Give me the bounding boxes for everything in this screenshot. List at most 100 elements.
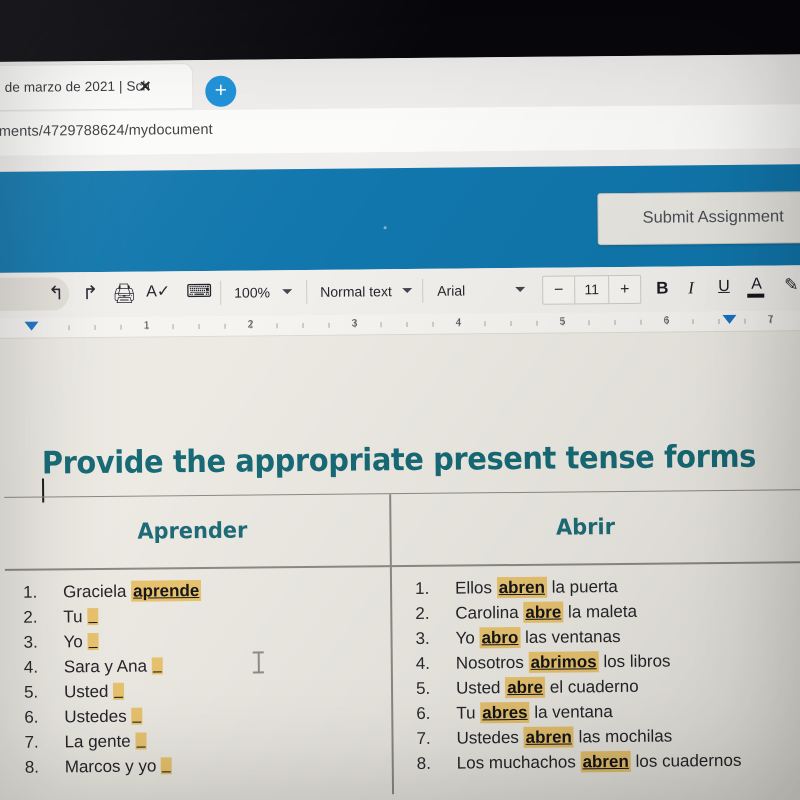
blank-answer-field[interactable] [135, 732, 147, 750]
list-item-text: Marcos y yo [65, 753, 173, 779]
ruler-number: 7 [767, 313, 774, 326]
text-color-swatch [747, 293, 765, 298]
page-title: Provide the appropriate present tense fo… [41, 438, 757, 482]
list-item: 2. Tu [15, 601, 385, 630]
list-item-number: 2. [415, 603, 430, 623]
lms-assignment-banner: Submit Assignment [0, 164, 800, 273]
highlighted-answer: abres [480, 701, 530, 724]
underline-button[interactable]: U [718, 278, 730, 296]
list-item: 5. Usted [16, 676, 386, 705]
list-item: 5. Usted abre el cuaderno [408, 672, 800, 701]
list-item-text: Graciela aprende [63, 578, 202, 604]
list-item: 6. Ustedes [16, 701, 386, 730]
text-ibeam-cursor [253, 651, 264, 674]
list-item: 7. La gente [16, 726, 386, 755]
list-item-number: 7. [416, 728, 431, 748]
zoom-level-value[interactable]: 100% [234, 284, 270, 300]
ruler-tick [224, 323, 226, 329]
browser-address-bar[interactable]: nments/4729788624/mydocument [0, 104, 800, 156]
blank-answer-field[interactable] [87, 608, 99, 626]
plus-icon[interactable]: + [205, 75, 237, 107]
aprender-item-list: 1. Graciela aprende 2. Tu 3. Yo 4. Sara y Ana… [15, 576, 387, 780]
font-size-decrease-button[interactable]: − [543, 281, 574, 299]
ruler-tick [198, 324, 200, 330]
font-family-value[interactable]: Arial [437, 282, 465, 298]
text-color-button[interactable]: A [751, 276, 762, 294]
chevron-down-icon[interactable] [282, 289, 293, 295]
list-item-text: Usted [64, 679, 125, 705]
highlighted-answer: abre [505, 676, 546, 699]
browser-tab-strip: lo - 2 de marzo de 2021 | Sch ✕ + [0, 54, 800, 112]
highlight-pen-icon[interactable]: ✎ [784, 275, 798, 295]
browser-tab[interactable]: lo - 2 de marzo de 2021 | Sch ✕ [0, 64, 193, 111]
document-page[interactable]: Provide the appropriate present tense fo… [0, 331, 800, 800]
print-icon[interactable]: 🖨 [112, 282, 136, 306]
blank-answer-field[interactable] [113, 682, 125, 700]
table-header-divider [4, 561, 800, 571]
highlighted-answer: aprende [131, 580, 202, 602]
list-item-number: 3. [23, 632, 38, 652]
chevron-down-icon[interactable] [402, 287, 413, 294]
ruler-tick [692, 319, 694, 325]
ruler-tick [718, 319, 720, 325]
ruler-number: 6 [663, 314, 670, 327]
highlighted-answer: abren [496, 576, 548, 599]
italic-button[interactable]: I [688, 278, 694, 298]
redo-icon[interactable]: ↰ [82, 282, 98, 305]
list-item-number: 2. [23, 607, 38, 627]
list-item-text: Tu [63, 604, 99, 629]
list-item-text: Tu abres la ventana [456, 701, 613, 724]
blank-answer-field[interactable] [161, 757, 173, 775]
list-item-number: 1. [22, 582, 38, 602]
ruler-tick [640, 319, 642, 325]
indent-marker-icon[interactable] [722, 314, 737, 324]
list-item-number: 7. [24, 732, 39, 752]
ruler-tick [432, 321, 434, 327]
column-header-abrir: Abrir [555, 515, 616, 541]
list-item: 1. Graciela aprende [15, 576, 385, 605]
list-item: 8. Marcos y yo [17, 751, 387, 780]
list-item-number: 4. [23, 657, 39, 677]
font-size-stepper[interactable]: − 11 + [542, 274, 642, 305]
ruler-tick [406, 322, 408, 328]
blank-answer-field[interactable] [131, 707, 143, 725]
list-item-number: 8. [24, 757, 40, 777]
list-item-number: 3. [415, 628, 430, 648]
list-item: 3. Yo [15, 626, 385, 655]
ruler-tick [172, 324, 174, 330]
ruler-number: 4 [455, 316, 462, 329]
list-item: 7. Ustedes abren las mochilas [408, 722, 800, 751]
blank-answer-field[interactable] [151, 657, 163, 675]
list-item-number: 5. [23, 682, 39, 702]
paint-format-icon[interactable]: ⌨ [186, 281, 212, 302]
ruler-tick [276, 323, 278, 329]
list-item-text: Los muchachos abren los cuadernos [456, 750, 742, 773]
list-item-number: 1. [414, 578, 430, 598]
list-item: 3. Yo abro las ventanas [407, 622, 800, 651]
close-icon[interactable]: ✕ [137, 78, 153, 95]
submit-assignment-button[interactable]: Submit Assignment [597, 190, 800, 246]
bold-button[interactable]: B [656, 279, 668, 299]
highlighted-answer: abren [523, 726, 574, 748]
table-column-divider [389, 494, 394, 795]
list-item-text: Usted abre el cuaderno [455, 676, 639, 699]
blank-answer-field[interactable] [87, 633, 99, 651]
indent-marker-icon[interactable] [24, 321, 39, 331]
list-item: 4. Nosotros abrimos los libros [408, 647, 800, 676]
ruler-number: 1 [143, 319, 150, 332]
ruler-tick [744, 318, 746, 324]
list-item: 2. Carolina abre la maleta [407, 597, 800, 626]
paragraph-style-value[interactable]: Normal text [320, 283, 392, 300]
highlighted-answer: abrimos [528, 651, 599, 673]
list-item-text: Yo abro las ventanas [455, 626, 621, 649]
ruler-tick [510, 321, 512, 327]
list-item-text: Ustedes [64, 704, 143, 730]
ruler-number: 5 [559, 315, 566, 328]
font-size-increase-button[interactable]: + [609, 281, 640, 299]
font-size-value[interactable]: 11 [575, 281, 608, 297]
undo-icon[interactable]: ↰ [48, 282, 64, 305]
chevron-down-icon[interactable] [515, 286, 526, 292]
spellcheck-icon[interactable]: A✓ [146, 281, 170, 301]
ruler-number: 3 [351, 317, 358, 330]
tab-title: lo - 2 de marzo de 2021 | Sch [0, 78, 151, 95]
